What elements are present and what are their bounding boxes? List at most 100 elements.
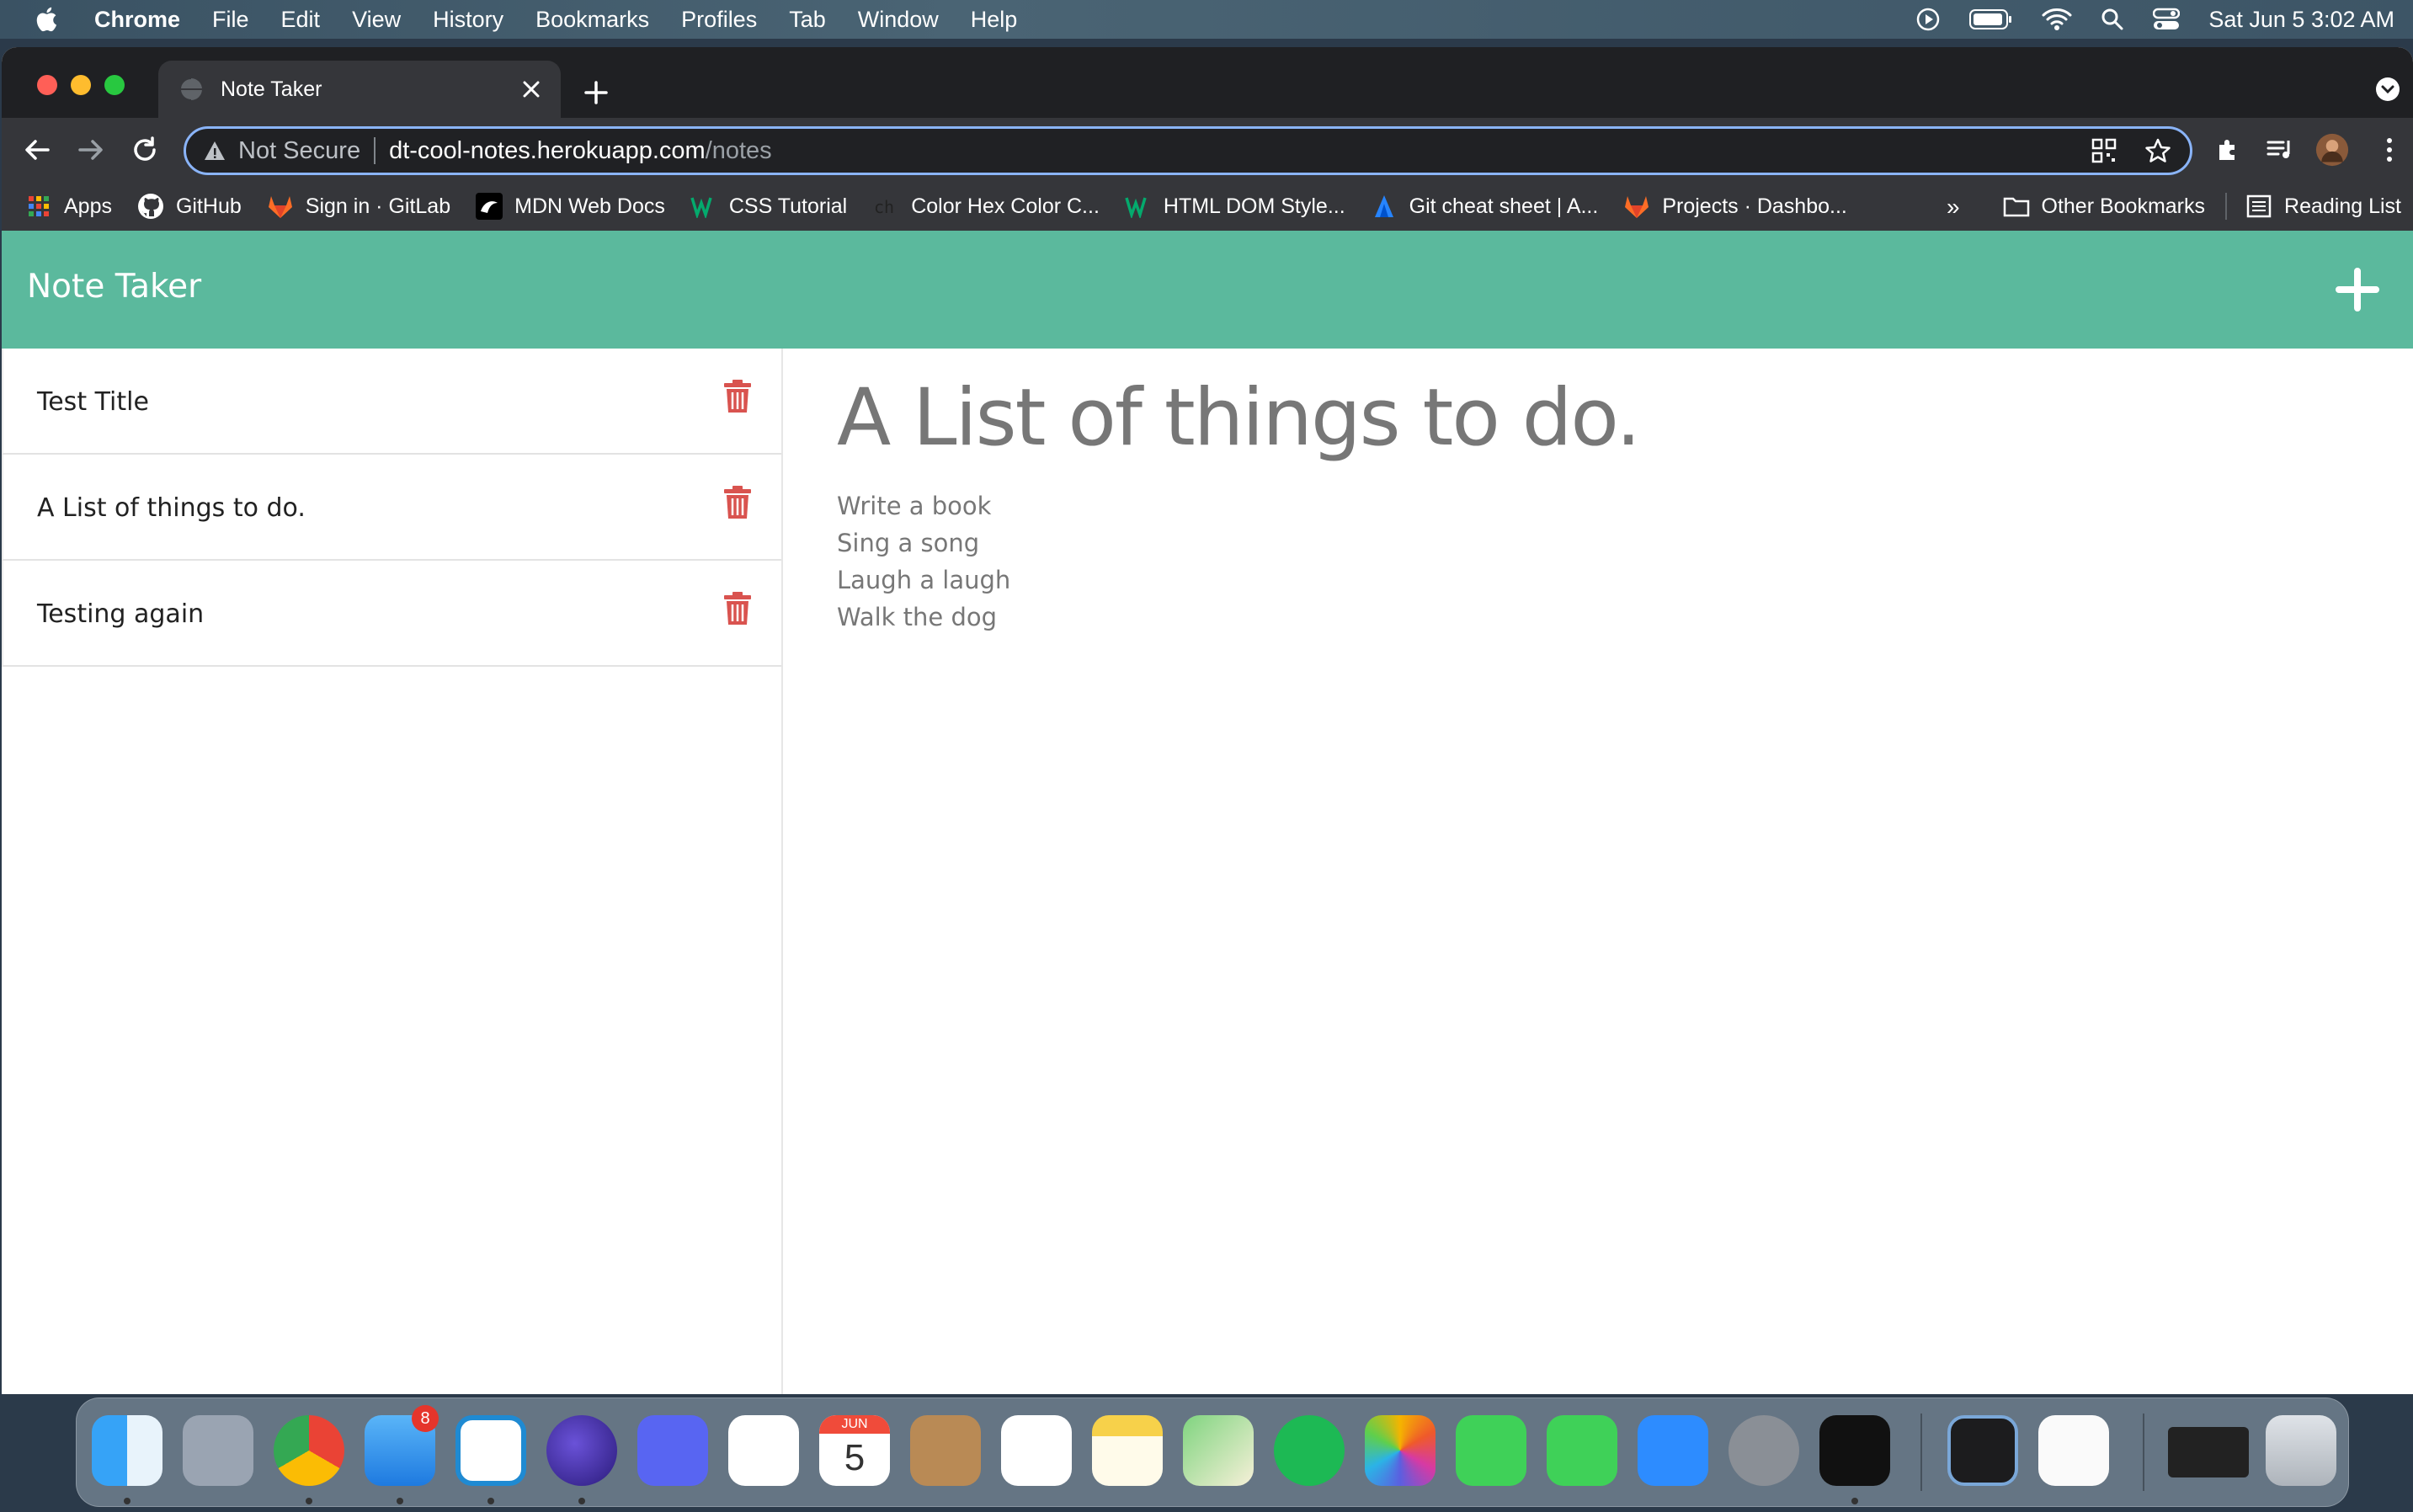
menu-file[interactable]: File [212, 7, 249, 33]
zoom-icon[interactable] [1638, 1415, 1708, 1486]
running-indicator [1851, 1498, 1858, 1504]
window-preview-thumbnail[interactable] [2168, 1427, 2249, 1477]
note-editor: A List of things to do. Write a book Sin… [837, 349, 1641, 636]
trash-icon[interactable] [722, 379, 753, 414]
textedit-icon[interactable] [2038, 1415, 2109, 1486]
menu-help[interactable]: Help [971, 7, 1018, 33]
finder-icon[interactable] [92, 1415, 162, 1486]
app-navbar: Note Taker [2, 231, 2413, 349]
menu-tab[interactable]: Tab [789, 7, 826, 33]
new-tab-icon[interactable] [584, 81, 608, 104]
bookmark-label: MDN Web Docs [514, 194, 665, 218]
media-control-icon[interactable] [2263, 133, 2297, 167]
control-center-icon[interactable] [2153, 8, 2181, 31]
slack-icon[interactable] [728, 1415, 799, 1486]
bookmark-css-tutorial[interactable]: CSS Tutorial [690, 193, 847, 220]
note-title-field[interactable]: A List of things to do. [837, 372, 1641, 464]
github-icon [137, 193, 164, 220]
menu-profiles[interactable]: Profiles [681, 7, 757, 33]
bookmark-github[interactable]: GitHub [137, 193, 242, 220]
bookmark-mdn[interactable]: MDN Web Docs [476, 193, 665, 220]
warning-icon[interactable] [203, 139, 226, 162]
zoom-window-button[interactable] [104, 75, 125, 95]
spotify-icon[interactable] [1274, 1415, 1345, 1486]
folder-icon [2003, 193, 2030, 220]
security-label[interactable]: Not Secure [238, 137, 360, 165]
messages-icon[interactable] [1456, 1415, 1526, 1486]
spotlight-search-icon[interactable] [2101, 8, 2124, 31]
now-playing-icon[interactable] [1915, 7, 1941, 32]
app-brand[interactable]: Note Taker [27, 268, 201, 306]
tab-strip: Note Taker [2, 47, 2413, 118]
bookmark-git-cheat-sheet[interactable]: Git cheat sheet | A... [1371, 193, 1598, 220]
bookmark-star-icon[interactable] [2143, 136, 2173, 166]
menu-clock[interactable]: Sat Jun 5 3:02 AM [2208, 7, 2394, 33]
back-icon[interactable] [20, 133, 54, 167]
tab-search-icon[interactable] [2374, 76, 2401, 103]
note-item-title[interactable]: A List of things to do. [37, 493, 306, 523]
quicktime-icon[interactable] [1947, 1415, 2018, 1486]
menu-edit[interactable]: Edit [281, 7, 321, 33]
other-bookmarks[interactable]: Other Bookmarks [2003, 193, 2205, 220]
reading-list[interactable]: Reading List [2225, 193, 2401, 220]
profile-avatar[interactable] [2315, 133, 2349, 167]
bookmark-html-dom-style[interactable]: HTML DOM Style... [1125, 193, 1345, 220]
notes-icon[interactable] [1092, 1415, 1163, 1486]
tab-note-taker[interactable]: Note Taker [158, 61, 561, 118]
menu-app-name[interactable]: Chrome [94, 7, 180, 33]
url-path: /notes [705, 136, 772, 164]
battery-icon[interactable] [1969, 8, 2013, 30]
list-item[interactable]: Testing again [2, 561, 781, 667]
bookmark-apps[interactable]: Apps [25, 193, 112, 220]
menu-bookmarks[interactable]: Bookmarks [535, 7, 649, 33]
note-item-title[interactable]: Testing again [37, 599, 204, 629]
menu-view[interactable]: View [352, 7, 401, 33]
system-preferences-icon[interactable] [1729, 1415, 1799, 1486]
calendar-icon[interactable]: JUN 5 [819, 1415, 890, 1486]
bookmark-gitlab-signin[interactable]: Sign in · GitLab [267, 193, 450, 220]
running-indicator [487, 1498, 494, 1504]
launchpad-icon[interactable] [183, 1415, 253, 1486]
vscode-icon[interactable] [455, 1415, 526, 1486]
contacts-icon[interactable] [910, 1415, 981, 1486]
add-note-icon[interactable] [2336, 268, 2379, 311]
menu-window[interactable]: Window [858, 7, 939, 33]
discord-icon[interactable] [637, 1415, 708, 1486]
reminders-icon[interactable] [1001, 1415, 1072, 1486]
facetime-icon[interactable] [1547, 1415, 1617, 1486]
trash-icon[interactable] [722, 485, 753, 520]
bookmark-label: Sign in · GitLab [305, 194, 451, 218]
trash-bin-icon[interactable] [2266, 1415, 2336, 1486]
trash-icon[interactable] [722, 591, 753, 626]
wifi-icon[interactable] [2042, 8, 2072, 31]
chrome-menu-icon[interactable] [2373, 133, 2406, 167]
close-window-button[interactable] [37, 75, 57, 95]
note-text-field[interactable]: Write a book Sing a song Laugh a laugh W… [837, 487, 1639, 636]
menu-history[interactable]: History [433, 7, 503, 33]
apps-grid-icon [25, 193, 52, 220]
forward-icon[interactable] [74, 133, 108, 167]
apple-menu-icon[interactable] [34, 5, 62, 34]
extensions-icon[interactable] [2211, 133, 2245, 167]
globe-icon [179, 77, 202, 101]
list-item[interactable]: A List of things to do. [2, 455, 781, 561]
minimize-window-button[interactable] [71, 75, 91, 95]
address-bar[interactable]: Not Secure dt-cool-notes.herokuapp.com/n… [184, 126, 2192, 175]
reload-icon[interactable] [128, 133, 162, 167]
chrome-icon[interactable] [274, 1415, 344, 1486]
calendar-day: 5 [844, 1437, 866, 1478]
note-item-title[interactable]: Test Title [37, 387, 149, 417]
close-tab-icon[interactable] [520, 78, 542, 100]
list-item[interactable]: Test Title [2, 349, 781, 455]
w3schools-icon [690, 193, 717, 220]
bookmark-label: Apps [64, 194, 112, 218]
qr-code-icon[interactable] [2089, 136, 2119, 166]
bookmarks-overflow-button[interactable]: » [1947, 194, 1960, 221]
bookmark-color-hex[interactable]: ch Color Hex Color C... [872, 193, 1100, 220]
terminal-icon[interactable] [1819, 1415, 1890, 1486]
photos-icon[interactable] [1365, 1415, 1436, 1486]
nightly-icon[interactable] [546, 1415, 617, 1486]
colorhex-icon: ch [872, 193, 899, 220]
maps-icon[interactable] [1183, 1415, 1254, 1486]
bookmark-gitlab-projects[interactable]: Projects · Dashbo... [1623, 193, 1847, 220]
